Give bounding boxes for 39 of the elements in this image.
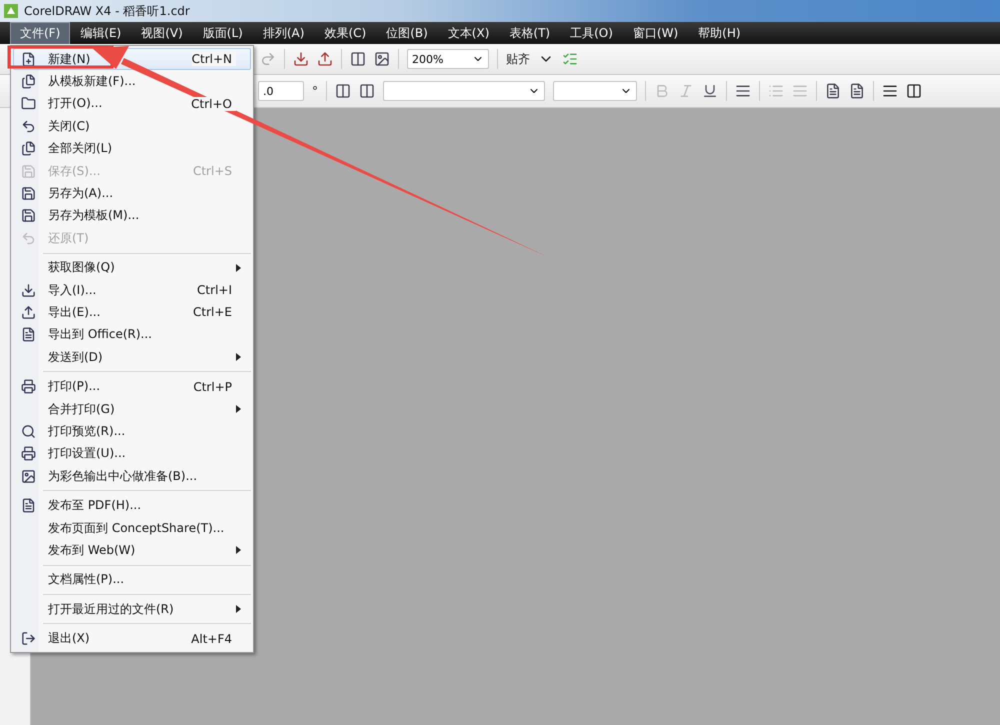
menu-item[interactable]: 文档属性(P)... bbox=[13, 568, 251, 591]
menu-bar-item[interactable]: 视图(V) bbox=[131, 22, 193, 44]
menu-item[interactable]: 全部关闭(L) bbox=[13, 138, 251, 160]
menu-item[interactable]: 关闭(C) bbox=[13, 115, 251, 138]
degree-sign: ° bbox=[312, 84, 318, 98]
menu-bar-item[interactable]: 版面(L) bbox=[192, 22, 253, 44]
menu-bar-item[interactable]: 文本(X) bbox=[438, 22, 500, 44]
angle-field[interactable]: .0 bbox=[258, 81, 304, 101]
menu-bar-item[interactable]: 排列(A) bbox=[252, 22, 314, 44]
menu-bar-item[interactable]: 工具(O) bbox=[560, 22, 623, 44]
menu-item[interactable]: 从模板新建(F)... bbox=[13, 70, 251, 93]
snap-menu[interactable]: 贴齐 bbox=[506, 50, 530, 68]
menu-bar-item[interactable]: 窗口(W) bbox=[622, 22, 688, 44]
menu-item[interactable]: 发布页面到 ConceptShare(T)... bbox=[13, 516, 251, 540]
menu-item[interactable]: 为彩色输出中心做准备(B)... bbox=[13, 465, 251, 488]
menu-item[interactable]: 发布至 PDF(H)... bbox=[13, 494, 251, 517]
menu-item[interactable]: 导出到 Office(R)... bbox=[13, 324, 251, 346]
menu-item[interactable]: 合并打印(G) bbox=[13, 398, 251, 420]
menu-item[interactable]: 打印(P)... Ctrl+P bbox=[13, 375, 251, 398]
menu-item[interactable]: 打印设置(U)... bbox=[13, 442, 251, 466]
menu-bar-item[interactable]: 文件(F) bbox=[10, 22, 70, 44]
menu-item[interactable]: 打开(O)... Ctrl+O bbox=[13, 92, 251, 116]
menu-item[interactable]: 导入(I)... Ctrl+I bbox=[13, 278, 251, 302]
menu-item[interactable]: 另存为(A)... bbox=[13, 182, 251, 205]
menu-item[interactable]: 导出(E)... Ctrl+E bbox=[13, 301, 251, 324]
menu-item[interactable]: 获取图像(Q) bbox=[13, 256, 251, 279]
window-title: CorelDRAW X4 - 稻香听1.cdr bbox=[24, 2, 190, 20]
menu-bar-item[interactable]: 表格(T) bbox=[499, 22, 560, 44]
menu-item[interactable]: 发送到(D) bbox=[13, 346, 251, 368]
menu-bar-item[interactable]: 编辑(E) bbox=[70, 22, 132, 44]
menu-bar-item[interactable]: 位图(B) bbox=[376, 22, 438, 44]
menu-bar-item[interactable]: 效果(C) bbox=[314, 22, 376, 44]
zoom-dropdown[interactable]: 200% bbox=[407, 49, 489, 69]
menu-item[interactable]: 退出(X) Alt+F4 bbox=[13, 627, 251, 650]
menu-item[interactable]: 打开最近用过的文件(R) bbox=[13, 598, 251, 620]
menu-item[interactable]: 打印预览(R)... bbox=[13, 420, 251, 443]
menu-item[interactable]: 发布到 Web(W) bbox=[13, 539, 251, 562]
menu-item[interactable]: 另存为模板(M)... bbox=[13, 204, 251, 228]
menu-bar-item[interactable]: 帮助(H) bbox=[688, 22, 751, 44]
